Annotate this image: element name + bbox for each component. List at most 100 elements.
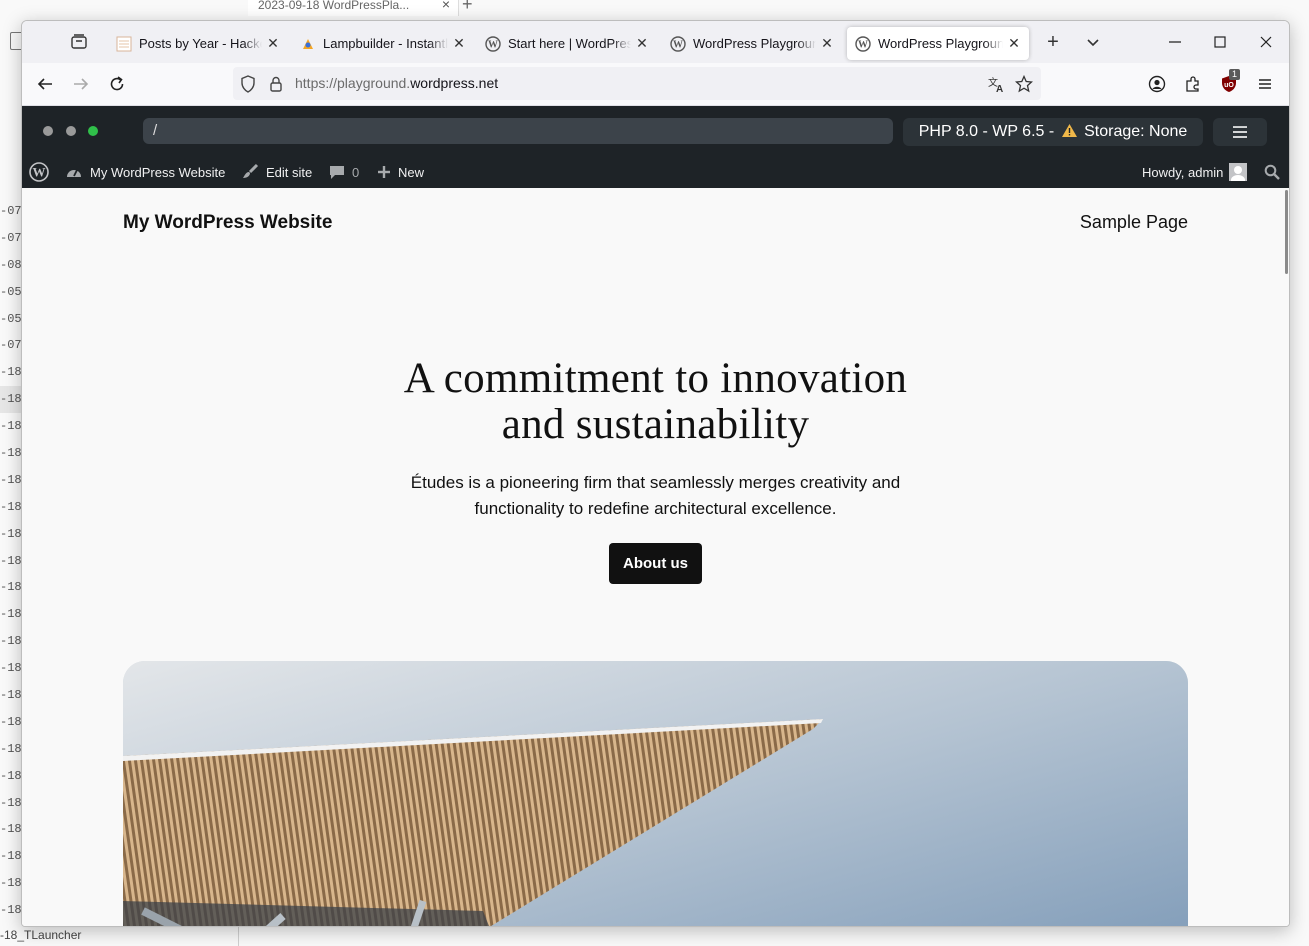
window-dot-icon bbox=[43, 126, 53, 136]
tab-start-here[interactable]: W Start here | WordPress Pl ✕ bbox=[477, 27, 657, 60]
tab-lampbuilder[interactable]: Lampbuilder - Instantly ✕ bbox=[292, 27, 474, 60]
wordpress-logo-icon: W bbox=[29, 162, 49, 182]
wordpress-icon: W bbox=[485, 35, 501, 52]
admin-site-link[interactable]: My WordPress Website bbox=[65, 156, 225, 188]
background-file-item[interactable]: -18 bbox=[0, 548, 22, 575]
account-icon[interactable] bbox=[1145, 72, 1169, 96]
reload-icon[interactable] bbox=[105, 72, 129, 96]
background-file-item[interactable]: -07 bbox=[0, 225, 22, 252]
forward-icon[interactable] bbox=[69, 72, 93, 96]
hero-text-line: functionality to redefine architectural … bbox=[474, 499, 837, 518]
playground-menu-button[interactable] bbox=[1213, 118, 1267, 146]
star-icon[interactable] bbox=[1015, 75, 1033, 93]
avatar bbox=[1229, 163, 1248, 181]
back-icon[interactable] bbox=[33, 72, 57, 96]
url-prefix: https://playground. bbox=[295, 75, 411, 91]
site-title[interactable]: My WordPress Website bbox=[123, 212, 332, 234]
extensions-icon[interactable] bbox=[1181, 72, 1205, 96]
svg-text:W: W bbox=[488, 39, 498, 50]
background-file-item[interactable]: -18 bbox=[0, 521, 22, 548]
background-file-item[interactable]: -18 bbox=[0, 870, 22, 897]
svg-text:W: W bbox=[673, 39, 683, 50]
address-bar[interactable]: https://playground.wordpress.net 文A bbox=[233, 67, 1041, 100]
extension-badge: 1 bbox=[1229, 69, 1240, 80]
background-file-item[interactable]: -18 bbox=[0, 897, 22, 924]
background-file-item[interactable]: -18 bbox=[0, 440, 22, 467]
background-file-item[interactable]: -18_TLauncher bbox=[0, 928, 81, 942]
background-file-item[interactable]: -18 bbox=[0, 763, 22, 790]
admin-site-name: My WordPress Website bbox=[90, 164, 226, 180]
close-icon[interactable]: × bbox=[442, 0, 450, 11]
background-file-item[interactable]: -18 bbox=[0, 359, 22, 386]
background-file-item[interactable]: -07 bbox=[0, 332, 22, 359]
search-button[interactable] bbox=[1264, 156, 1287, 188]
search-icon bbox=[1264, 164, 1280, 180]
tab-strip: Posts by Year - HackerN ✕ Lampbuilder - … bbox=[22, 21, 1289, 63]
edit-site-link[interactable]: Edit site bbox=[241, 156, 312, 188]
close-icon[interactable]: ✕ bbox=[266, 35, 280, 52]
background-file-item[interactable]: -18 bbox=[0, 790, 22, 817]
background-file-item[interactable]: -05 bbox=[0, 279, 22, 306]
about-us-button[interactable]: About us bbox=[609, 543, 702, 584]
window-dot-icon bbox=[66, 126, 76, 136]
background-file-item[interactable]: -08 bbox=[0, 252, 22, 279]
comments-link[interactable]: 0 bbox=[329, 156, 359, 188]
background-file-item[interactable]: -18 bbox=[0, 386, 22, 414]
background-file-item[interactable]: -07 bbox=[0, 198, 22, 225]
translate-icon[interactable]: 文A bbox=[987, 75, 1005, 93]
account-menu[interactable]: Howdy, admin bbox=[1142, 156, 1248, 188]
brush-icon bbox=[241, 163, 259, 181]
dashboard-icon bbox=[65, 164, 83, 180]
background-file-item[interactable]: -18 bbox=[0, 628, 22, 655]
hero-heading: A commitment to innovation and sustainab… bbox=[22, 356, 1289, 448]
url-text[interactable]: https://playground.wordpress.net bbox=[295, 75, 498, 91]
background-tab[interactable]: 2023-09-18 WordPressPla... × bbox=[248, 0, 459, 16]
chevron-down-icon[interactable] bbox=[1082, 31, 1104, 53]
shield-icon[interactable] bbox=[239, 75, 257, 93]
tab-playground[interactable]: W WordPress Playground ✕ bbox=[662, 27, 842, 60]
new-tab-icon[interactable]: + bbox=[1042, 31, 1064, 54]
comments-count: 0 bbox=[352, 164, 360, 180]
background-file-item[interactable]: -05 bbox=[0, 306, 22, 333]
background-file-item[interactable]: -18 bbox=[0, 494, 22, 521]
close-icon[interactable]: ✕ bbox=[452, 35, 466, 52]
background-file-item[interactable]: -18 bbox=[0, 816, 22, 843]
background-file-item[interactable]: -18 bbox=[0, 682, 22, 709]
minimize-icon[interactable] bbox=[1162, 30, 1188, 54]
wp-admin-bar: W My WordPress Website Edit site 0 New H… bbox=[22, 156, 1289, 188]
tab-overview-icon[interactable] bbox=[70, 33, 88, 51]
hamburger-icon bbox=[1233, 126, 1247, 138]
maximize-icon[interactable] bbox=[1207, 30, 1233, 54]
background-file-item[interactable]: -18 bbox=[0, 709, 22, 736]
playground-url-input[interactable]: / bbox=[143, 118, 893, 144]
nav-link-sample-page[interactable]: Sample Page bbox=[1080, 212, 1188, 233]
background-file-item[interactable]: -18 bbox=[0, 413, 22, 440]
warning-icon bbox=[1061, 120, 1078, 148]
background-file-item[interactable]: -18 bbox=[0, 574, 22, 601]
background-file-list: -07 -07 -08 -05 -05 -07 -18 -18 -18 -18 -18 -18 -18-… bbox=[0, 198, 22, 924]
hero-heading-line: and sustainability bbox=[501, 401, 810, 448]
background-file-item[interactable]: -18 bbox=[0, 467, 22, 494]
tab-playground-active[interactable]: W WordPress Playground ✕ bbox=[847, 27, 1029, 60]
lock-icon[interactable] bbox=[267, 75, 285, 93]
close-window-icon[interactable] bbox=[1253, 30, 1279, 54]
scrollbar-thumb[interactable] bbox=[1285, 190, 1288, 274]
background-file-item[interactable]: -18 bbox=[0, 736, 22, 763]
environment-button[interactable]: PHP 8.0 - WP 6.5 - Storage: None bbox=[903, 118, 1203, 146]
wp-logo-button[interactable]: W bbox=[29, 156, 56, 188]
background-file-item[interactable]: -18 bbox=[0, 601, 22, 628]
new-tab-icon[interactable]: + bbox=[462, 0, 473, 15]
close-icon[interactable]: ✕ bbox=[820, 35, 834, 52]
tab-hackernews[interactable]: Posts by Year - HackerN ✕ bbox=[108, 27, 288, 60]
menu-icon[interactable] bbox=[1253, 72, 1277, 96]
close-icon[interactable]: ✕ bbox=[1007, 35, 1021, 52]
ublock-icon[interactable]: uO 1 bbox=[1217, 69, 1241, 96]
tab-title: Start here | WordPress Pl bbox=[508, 36, 631, 51]
background-file-item[interactable]: -18 bbox=[0, 843, 22, 870]
new-content-link[interactable]: New bbox=[377, 156, 424, 188]
tab-title: WordPress Playground bbox=[693, 36, 816, 51]
background-file-item[interactable]: -18 bbox=[0, 655, 22, 682]
close-icon[interactable]: ✕ bbox=[635, 35, 649, 52]
scrollbar[interactable] bbox=[1283, 188, 1289, 926]
howdy-label: Howdy, admin bbox=[1142, 164, 1224, 180]
